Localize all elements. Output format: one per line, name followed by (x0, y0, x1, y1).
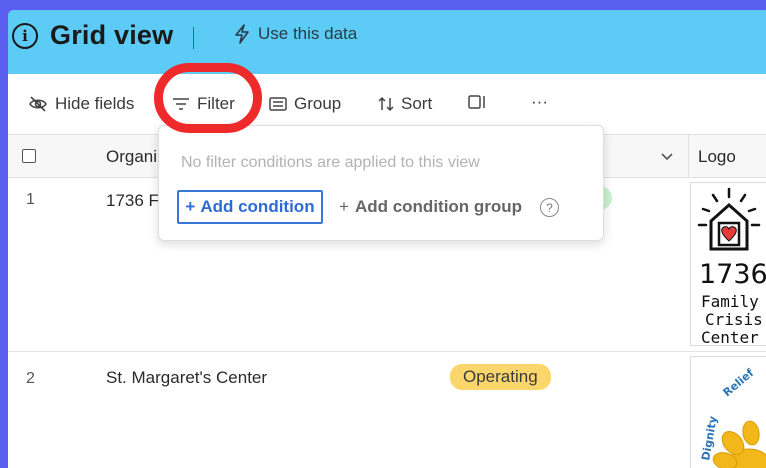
logo-thumbnail[interactable]: 1736 Family Crisis Center (690, 182, 766, 346)
column-header-logo[interactable]: Logo (698, 147, 736, 167)
filter-icon (172, 97, 190, 111)
hide-fields-label: Hide fields (55, 94, 135, 113)
add-condition-group-button[interactable]: + Add condition group (339, 197, 522, 217)
row-number: 2 (26, 370, 35, 387)
help-icon[interactable]: ? (540, 198, 559, 217)
plus-icon: + (185, 197, 196, 216)
sort-button[interactable]: Sort (378, 94, 432, 114)
more-options-button[interactable]: ··· (531, 92, 548, 112)
view-header: i Grid view Use this data (8, 10, 766, 74)
logo-text: 1736 (699, 259, 766, 290)
filter-button[interactable]: Filter (172, 94, 235, 114)
group-button[interactable]: Group (269, 94, 341, 114)
header-divider (193, 27, 194, 49)
status-badge[interactable]: Operating (450, 364, 551, 390)
column-header-organization[interactable]: Organi (106, 147, 157, 167)
lightning-icon (234, 24, 250, 44)
info-icon[interactable]: i (12, 23, 38, 49)
logo-text: Crisis (705, 310, 763, 329)
no-filter-message: No filter conditions are applied to this… (181, 154, 480, 171)
select-all-checkbox[interactable] (22, 149, 36, 163)
dignity-relief-logo: Relief Dignity (699, 366, 766, 468)
row-height-icon (468, 94, 488, 110)
hide-fields-button[interactable]: Hide fields (28, 94, 134, 114)
logo-text: Family (701, 292, 759, 311)
view-title[interactable]: Grid view (50, 20, 173, 51)
family-crisis-center-logo: 1736 Family Crisis Center (697, 187, 766, 346)
row-height-button[interactable] (468, 94, 488, 110)
add-condition-group-label: Add condition group (354, 197, 523, 216)
chevron-down-icon[interactable] (660, 149, 674, 168)
logo-text: Relief (721, 366, 757, 399)
group-label: Group (294, 94, 342, 113)
group-icon (269, 97, 287, 111)
add-condition-label: Add condition (200, 197, 315, 216)
logo-thumbnail[interactable]: Relief Dignity (690, 356, 766, 468)
app-window: i Grid view Use this data Hide fields Fi… (8, 10, 766, 468)
plus-icon: + (339, 197, 349, 216)
sort-label: Sort (401, 94, 433, 113)
sort-icon (378, 96, 394, 112)
row-number: 1 (26, 191, 35, 208)
organization-cell[interactable]: St. Margaret's Center (106, 368, 267, 388)
filter-popup: No filter conditions are applied to this… (158, 125, 604, 241)
table-row[interactable]: 2 St. Margaret's Center Operating Relief… (8, 352, 766, 468)
logo-text: Center (701, 328, 759, 346)
use-this-data-button[interactable]: Use this data (234, 24, 357, 44)
eye-off-icon (28, 96, 48, 112)
filter-label: Filter (197, 94, 235, 113)
add-condition-button[interactable]: + Add condition (177, 190, 323, 224)
use-this-data-label: Use this data (258, 24, 358, 43)
